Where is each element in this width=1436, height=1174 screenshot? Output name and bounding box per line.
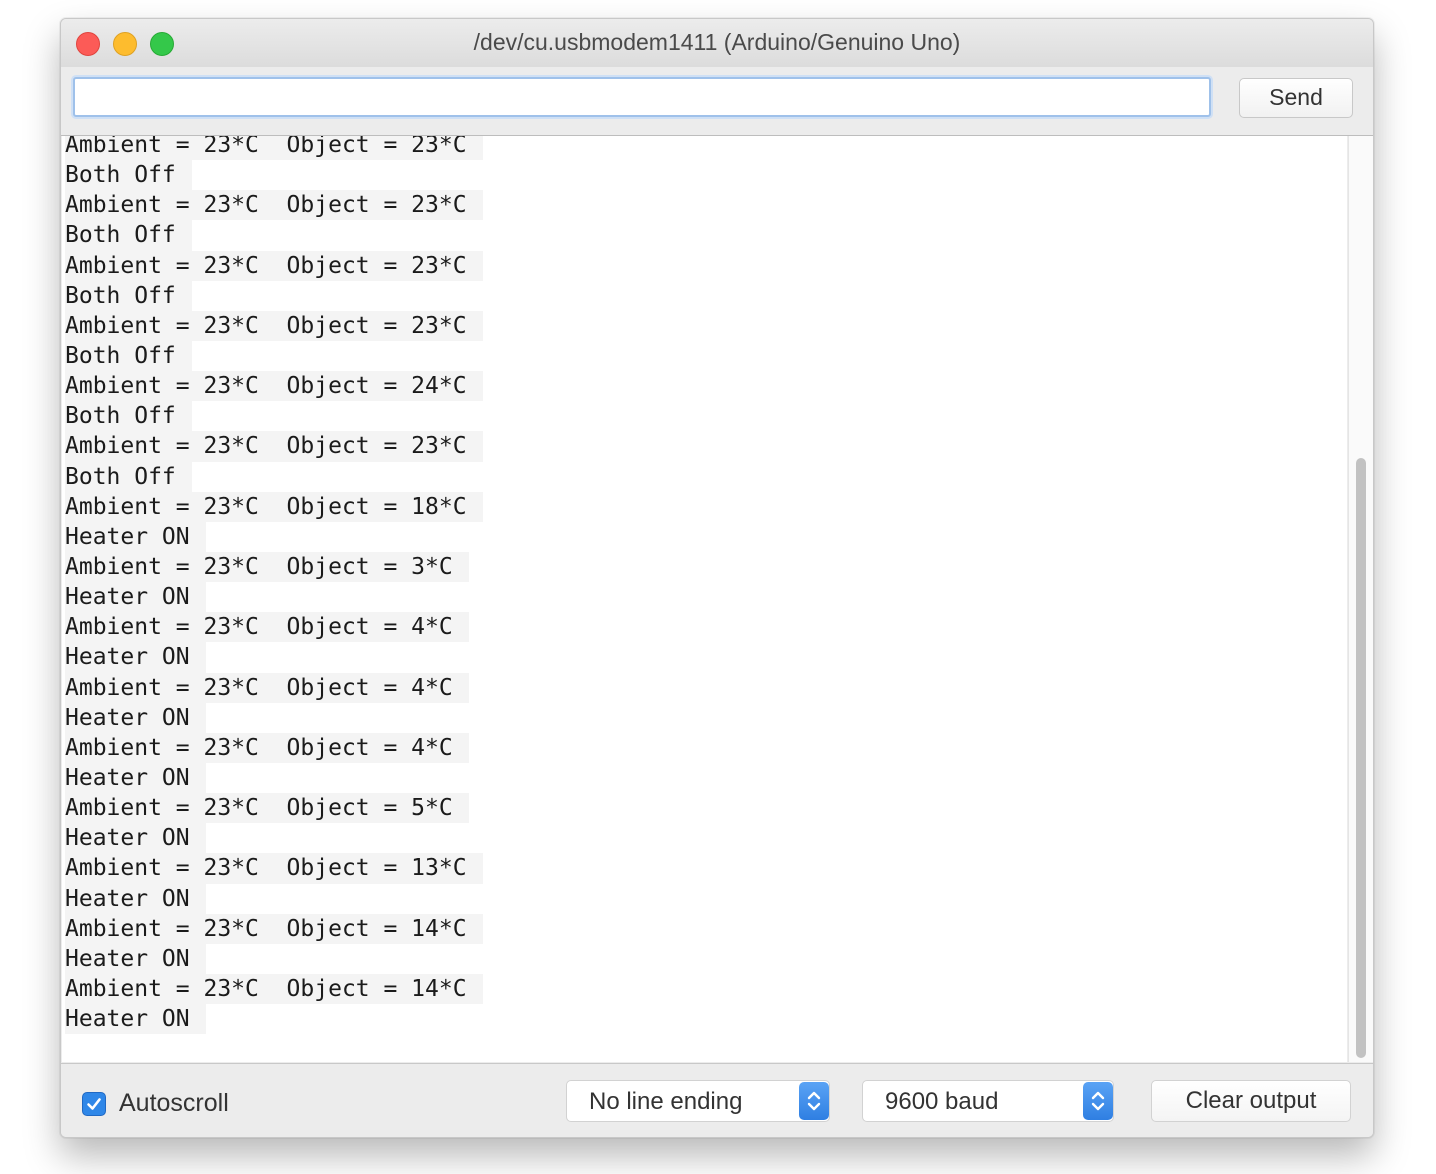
autoscroll-checkbox[interactable]: [82, 1092, 106, 1116]
output-line: Ambient = 23*C Object = 3*C: [65, 551, 469, 583]
autoscroll-label[interactable]: Autoscroll: [119, 1089, 229, 1118]
output-line: Heater ON: [65, 943, 206, 974]
output-line: Both Off: [65, 401, 192, 432]
baud-rate-value: 9600 baud: [885, 1088, 999, 1115]
serial-output-area[interactable]: Ambient = 23*C Object = 23*C Both Off Ambi…: [62, 136, 1347, 1062]
output-line: Heater ON: [65, 521, 206, 552]
output-line: Ambient = 23*C Object = 23*C: [65, 190, 483, 221]
checkmark-icon: [87, 1098, 101, 1110]
output-line: Ambient = 23*C Object = 23*C: [65, 136, 483, 161]
screen: /dev/cu.usbmodem1411 (Arduino/Genuino Un…: [0, 0, 1436, 1174]
output-line: Ambient = 23*C Object = 4*C: [65, 732, 469, 763]
output-line: Ambient = 23*C Object = 23*C: [65, 310, 483, 341]
status-bar: Autoscroll No line ending 9600 baud Clea…: [61, 1063, 1373, 1137]
title-bar[interactable]: /dev/cu.usbmodem1411 (Arduino/Genuino Un…: [61, 19, 1373, 68]
output-line: Heater ON: [65, 702, 206, 733]
line-ending-value: No line ending: [589, 1088, 743, 1115]
output-line: Heater ON: [65, 582, 206, 613]
send-button[interactable]: Send: [1239, 78, 1353, 118]
up-down-chevron-icon: [799, 1082, 829, 1120]
serial-monitor-window: /dev/cu.usbmodem1411 (Arduino/Genuino Un…: [60, 18, 1374, 1138]
output-lines: Ambient = 23*C Object = 23*C Both Off Ambi…: [65, 136, 483, 1035]
output-line: Both Off: [65, 280, 192, 311]
output-line: Ambient = 23*C Object = 13*C: [65, 853, 483, 884]
up-down-chevron-icon: [1083, 1082, 1113, 1120]
output-line: Heater ON: [65, 823, 206, 854]
clear-output-button[interactable]: Clear output: [1151, 1080, 1351, 1122]
output-line: Ambient = 23*C Object = 23*C: [65, 431, 483, 462]
output-line: Ambient = 23*C Object = 4*C: [65, 672, 469, 703]
output-line: Both Off: [65, 461, 192, 492]
output-line: Ambient = 23*C Object = 14*C: [65, 913, 483, 944]
output-line: Heater ON: [65, 883, 206, 914]
send-toolbar: Send: [61, 67, 1373, 136]
output-line: Heater ON: [65, 642, 206, 673]
output-line: Ambient = 23*C Object = 23*C: [65, 250, 483, 281]
output-line: Ambient = 23*C Object = 18*C: [65, 491, 483, 522]
scrollbar-thumb[interactable]: [1356, 458, 1366, 1058]
output-line: Ambient = 23*C Object = 14*C: [65, 973, 483, 1005]
output-line: Ambient = 23*C Object = 5*C: [65, 793, 469, 824]
serial-send-input[interactable]: [73, 77, 1211, 117]
output-line: Ambient = 23*C Object = 24*C: [65, 371, 483, 402]
output-line: Heater ON: [65, 1004, 206, 1035]
output-line: Ambient = 23*C Object = 4*C: [65, 612, 469, 643]
window-title: /dev/cu.usbmodem1411 (Arduino/Genuino Un…: [473, 29, 961, 55]
output-line: Both Off: [65, 220, 192, 251]
output-line: Both Off: [65, 160, 192, 191]
output-line: Both Off: [65, 340, 192, 372]
baud-rate-select[interactable]: 9600 baud: [862, 1080, 1114, 1122]
scrollbar-track[interactable]: [1348, 136, 1373, 1062]
line-ending-select[interactable]: No line ending: [566, 1080, 830, 1122]
output-line: Heater ON: [65, 762, 206, 794]
